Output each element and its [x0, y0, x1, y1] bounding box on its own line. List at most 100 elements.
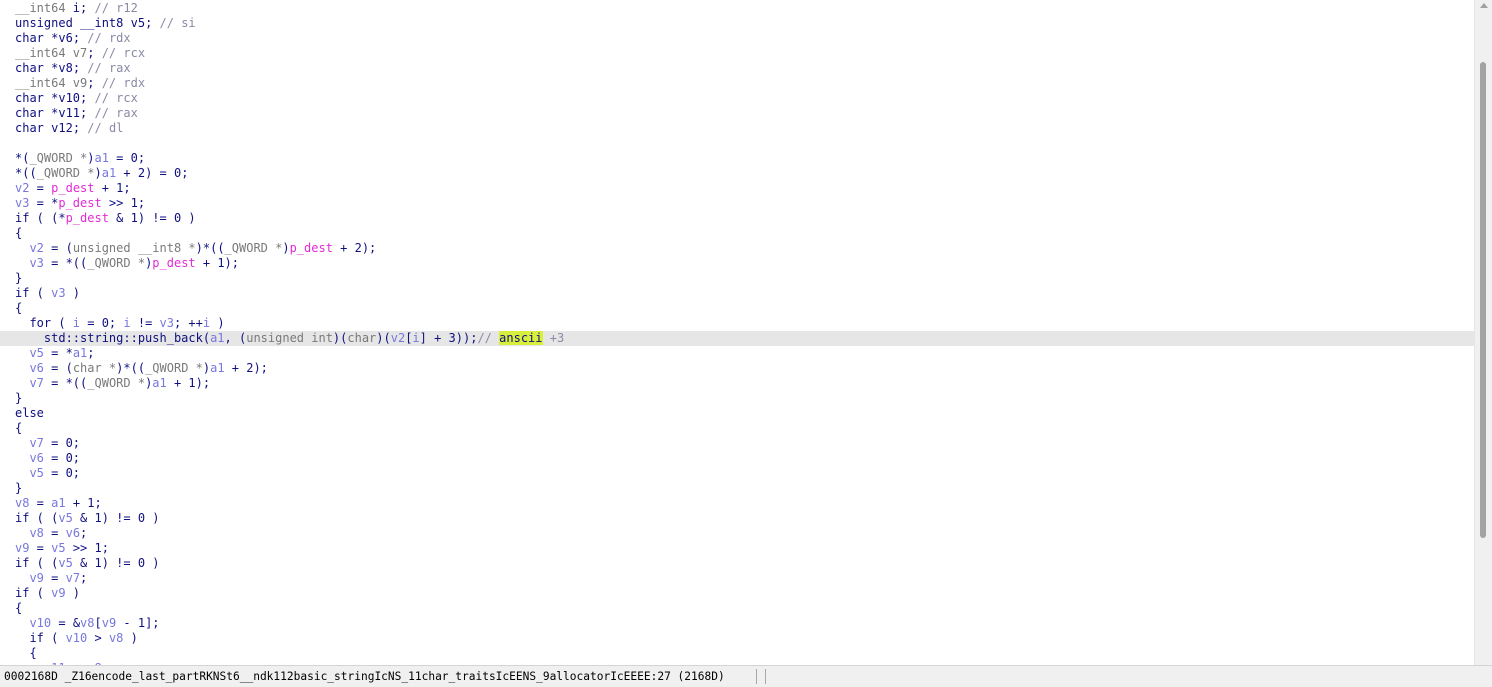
scroll-up-arrow-icon[interactable]	[1480, 3, 1488, 8]
code-token: ;	[72, 31, 88, 45]
code-line[interactable]	[0, 136, 1474, 151]
code-token: v6	[29, 361, 44, 375]
code-token: =	[43, 571, 66, 585]
code-token: }	[15, 481, 23, 495]
code-line[interactable]: v3 = *p_dest >> 1;	[0, 196, 1474, 211]
code-token: [	[94, 616, 102, 630]
code-token: v8	[80, 616, 95, 630]
code-line[interactable]: v7 = *((_QWORD *)a1 + 1);	[0, 376, 1474, 391]
code-token: v8	[15, 496, 30, 510]
code-line[interactable]: }	[0, 271, 1474, 286]
code-token: ;	[87, 76, 102, 90]
code-line[interactable]: v9 = v5 >> 1;	[0, 541, 1474, 556]
code-line[interactable]: v2 = (unsigned __int8 *)*((_QWORD *)p_de…	[0, 241, 1474, 256]
code-token: v5	[58, 556, 73, 570]
code-token: >> 1;	[65, 541, 109, 555]
code-token: v2	[390, 331, 406, 345]
code-line[interactable]: if ( (v5 & 1) != 0 )	[0, 511, 1474, 526]
code-line[interactable]: if ( v3 )	[0, 286, 1474, 301]
code-token: + 1);	[195, 256, 240, 270]
code-token: else	[15, 406, 44, 420]
code-line[interactable]: if ( (v5 & 1) != 0 )	[0, 556, 1474, 571]
code-line[interactable]: v3 = *((_QWORD *)p_dest + 1);	[0, 256, 1474, 271]
code-token: v3	[29, 256, 44, 270]
code-token: p_dest	[51, 181, 95, 195]
code-line[interactable]: char v12; // dl	[0, 121, 1474, 136]
code-token: *((	[15, 166, 37, 180]
code-line[interactable]: }	[0, 481, 1474, 496]
code-token: ; ++	[173, 316, 203, 330]
code-token: _QWORD *	[87, 256, 146, 270]
code-line[interactable]: __int64 v9; // rdx	[0, 76, 1474, 91]
code-token: v9	[15, 541, 30, 555]
code-token: }	[15, 391, 23, 405]
highlighted-token: anscii	[499, 331, 543, 345]
code-token: unsigned	[15, 16, 81, 30]
scroll-thumb[interactable]	[1480, 62, 1486, 538]
code-line[interactable]: if ( v10 > v8 )	[0, 631, 1474, 646]
code-line[interactable]: v2 = p_dest + 1;	[0, 181, 1474, 196]
current-code-line[interactable]: std::string::push_back(a1, (unsigned int…	[0, 331, 1474, 346]
code-line[interactable]: v8 = v6;	[0, 526, 1474, 541]
code-line[interactable]: for ( i = 0; i != v3; ++i )	[0, 316, 1474, 331]
code-line[interactable]: }	[0, 391, 1474, 406]
code-token: v9	[72, 76, 88, 90]
code-line[interactable]: else	[0, 406, 1474, 421]
code-line[interactable]: v10 = &v8[v9 - 1];	[0, 616, 1474, 631]
code-lines: __int64 i; // r12 unsigned __int8 v5; // …	[0, 1, 1474, 665]
code-token: = *((	[43, 256, 88, 270]
code-token: , (	[224, 331, 247, 345]
code-line[interactable]: v7 = 0;	[0, 436, 1474, 451]
code-line[interactable]: v6 = (char *)*((_QWORD *)a1 + 2);	[0, 361, 1474, 376]
code-line[interactable]: {	[0, 601, 1474, 616]
code-line[interactable]: if ( v9 )	[0, 586, 1474, 601]
code-token: char	[347, 331, 377, 345]
code-line[interactable]: if ( (*p_dest & 1) != 0 )	[0, 211, 1474, 226]
code-line[interactable]: char *v8; // rax	[0, 61, 1474, 76]
code-token: a1	[72, 346, 88, 360]
code-line[interactable]: __int64 i; // r12	[0, 1, 1474, 16]
pseudocode-view[interactable]: __int64 i; // r12 unsigned __int8 v5; // …	[0, 0, 1474, 665]
code-line[interactable]: char *v11; // rax	[0, 106, 1474, 121]
code-token: )*((	[116, 361, 146, 375]
code-token: )	[282, 241, 290, 255]
code-token: = *	[29, 196, 59, 210]
code-line[interactable]: __int64 v7; // rcx	[0, 46, 1474, 61]
vertical-scrollbar[interactable]	[1474, 0, 1492, 665]
code-line[interactable]: v5 = *a1;	[0, 346, 1474, 361]
code-token: // si	[159, 16, 196, 30]
code-token: *v6	[51, 31, 73, 45]
code-token: ;	[80, 91, 95, 105]
code-token: = *	[43, 346, 73, 360]
code-token: if (	[15, 586, 52, 600]
code-line[interactable]: {	[0, 421, 1474, 436]
code-token: // dl	[87, 121, 124, 135]
code-line[interactable]: {	[0, 646, 1474, 661]
code-line[interactable]: char *v10; // rcx	[0, 91, 1474, 106]
code-line[interactable]: {	[0, 226, 1474, 241]
code-token: = 0;	[108, 151, 146, 165]
code-token: + 1;	[94, 181, 131, 195]
code-line[interactable]: v5 = 0;	[0, 466, 1474, 481]
code-line[interactable]: char *v6; // rdx	[0, 31, 1474, 46]
code-token: ;	[87, 346, 95, 360]
code-token: )	[65, 286, 81, 300]
code-line[interactable]: unsigned __int8 v5; // si	[0, 16, 1474, 31]
code-token: a1	[94, 151, 109, 165]
code-token: a1	[210, 331, 225, 345]
code-token: )*((	[195, 241, 225, 255]
code-line[interactable]: v8 = a1 + 1;	[0, 496, 1474, 511]
code-line[interactable]: v9 = v7;	[0, 571, 1474, 586]
code-line[interactable]: *(_QWORD *)a1 = 0;	[0, 151, 1474, 166]
code-line[interactable]: *((_QWORD *)a1 + 2) = 0;	[0, 166, 1474, 181]
code-line[interactable]: v6 = 0;	[0, 451, 1474, 466]
code-token: = 0;	[80, 316, 124, 330]
code-token: _QWORD *	[29, 151, 88, 165]
code-token: {	[15, 601, 23, 615]
code-line[interactable]: {	[0, 301, 1474, 316]
code-token: ;	[72, 121, 88, 135]
